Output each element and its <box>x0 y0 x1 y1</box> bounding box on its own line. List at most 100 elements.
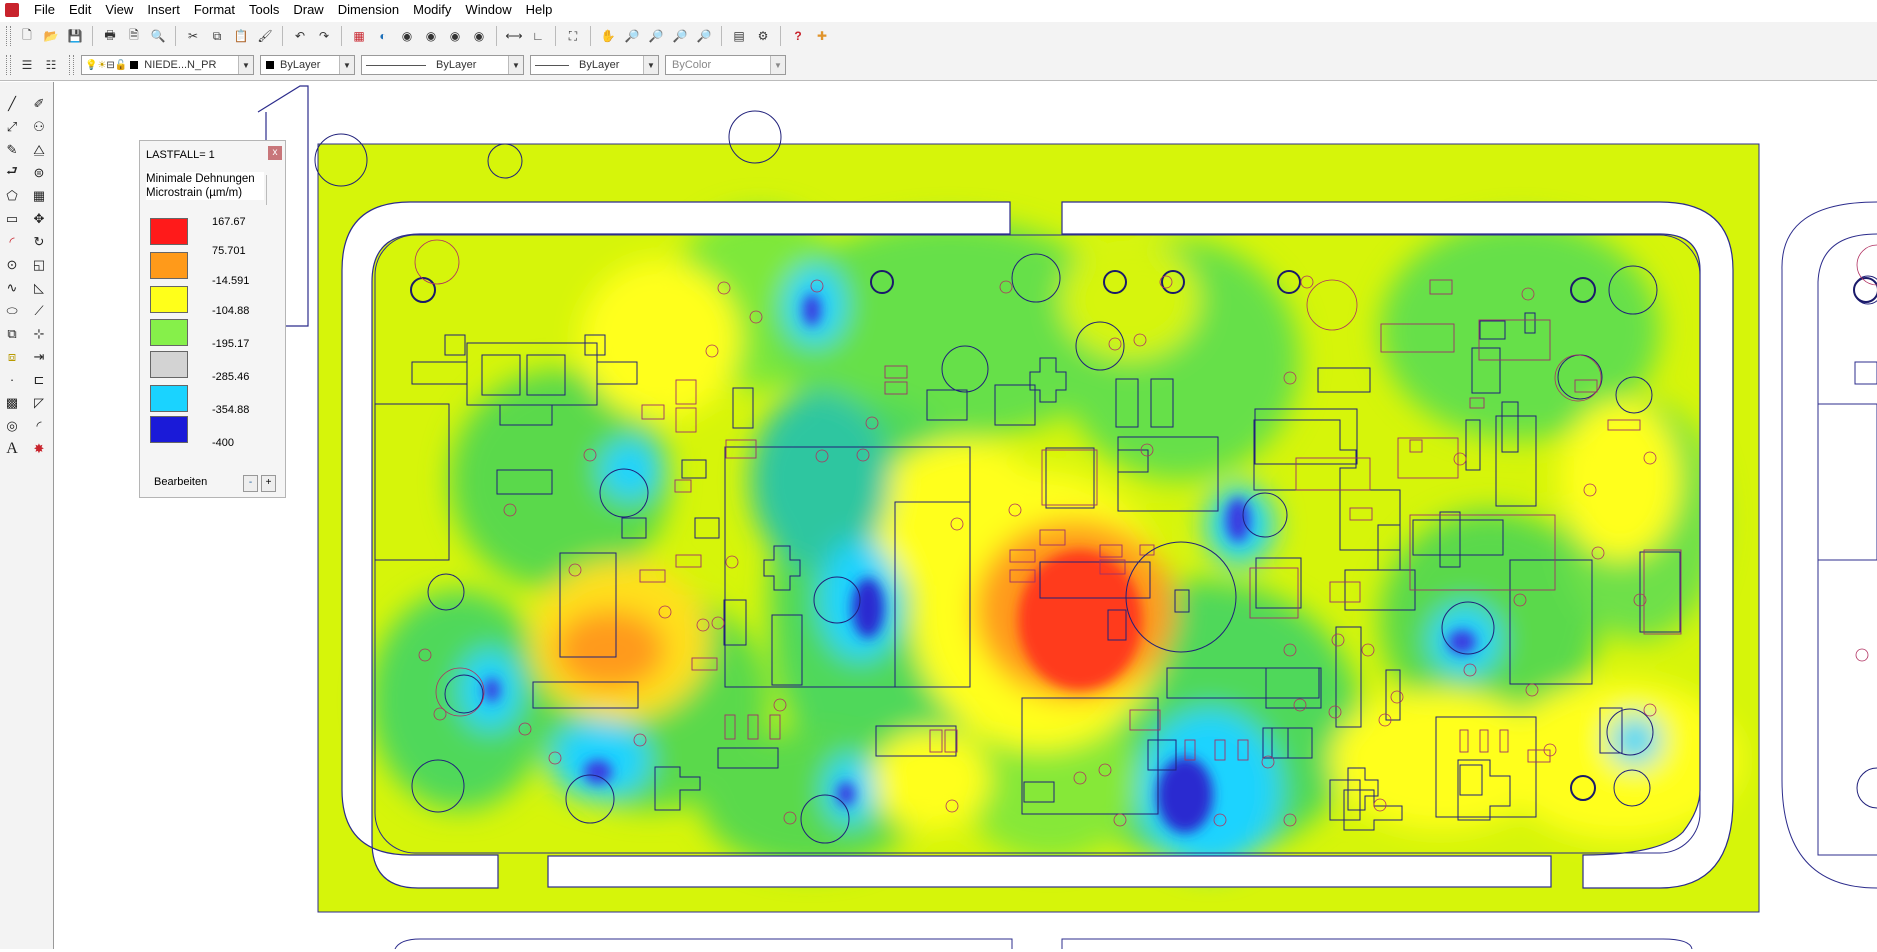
insert-block-icon[interactable]: ⧉ <box>0 322 24 345</box>
hatch-icon[interactable]: ▩ <box>0 391 24 414</box>
menu-insert[interactable]: Insert <box>140 0 187 20</box>
toolbar-grip[interactable] <box>6 26 11 46</box>
array-icon[interactable]: ▦ <box>27 184 51 207</box>
menu-dimension[interactable]: Dimension <box>331 0 406 20</box>
extend-icon[interactable]: ⇥ <box>27 345 51 368</box>
plugin-icon[interactable]: ✚ <box>811 25 833 47</box>
copy-icon[interactable]: ⧉ <box>206 25 228 47</box>
menu-file[interactable]: File <box>27 0 62 20</box>
circle-icon[interactable]: ⊙ <box>0 253 24 276</box>
copy-object-icon[interactable]: ⚇ <box>27 115 51 138</box>
drawing-canvas[interactable] <box>54 82 1877 950</box>
redo-icon[interactable]: ↷ <box>313 25 335 47</box>
layer-manager-icon[interactable]: ☰ <box>16 54 38 76</box>
spline-icon[interactable]: ∿ <box>0 276 24 299</box>
ellipse-icon[interactable]: ⬭ <box>0 299 24 322</box>
undo-icon[interactable]: ↶ <box>289 25 311 47</box>
zoom-window-icon[interactable]: 🔎 <box>645 25 667 47</box>
menu-help[interactable]: Help <box>519 0 560 20</box>
lineweight-dropdown[interactable]: ByLayer ▼ <box>530 55 659 75</box>
layer-dropdown[interactable]: 💡 ☀ ⊟ 🔓 NIEDE...N_PR ▼ <box>81 55 254 75</box>
trim-icon[interactable]: ⊹ <box>27 322 51 345</box>
layer-state-icon[interactable]: ☷ <box>40 54 62 76</box>
zoom-realtime-icon[interactable]: 🔎 <box>621 25 643 47</box>
linetype-preview <box>366 64 426 66</box>
globe-search-icon[interactable]: ◉ <box>420 25 442 47</box>
polyline-icon[interactable]: ⮐ <box>0 161 24 184</box>
chevron-down-icon: ▼ <box>238 56 253 74</box>
chamfer-icon[interactable]: ◸ <box>27 391 51 414</box>
legend-unit: Microstrain (µm/m) <box>146 187 243 199</box>
increase-button[interactable]: + <box>261 475 276 492</box>
text-icon[interactable]: A <box>0 437 24 460</box>
scale-icon[interactable]: ◱ <box>27 253 51 276</box>
region-icon[interactable]: ◎ <box>0 414 24 437</box>
legend-value-8: -400 <box>212 437 235 449</box>
help-icon[interactable]: ? <box>787 25 809 47</box>
strain-legend-panel[interactable]: LASTFALL= 1 x Minimale Dehnungen Microst… <box>139 140 286 498</box>
tool-palettes-icon[interactable]: ⚙ <box>752 25 774 47</box>
properties-icon[interactable]: ▤ <box>728 25 750 47</box>
menu-draw[interactable]: Draw <box>286 0 330 20</box>
point-icon[interactable]: · <box>0 368 24 391</box>
design-center-icon[interactable]: ▦ <box>348 25 370 47</box>
polygon-icon[interactable]: ⬠ <box>0 184 24 207</box>
menu-view[interactable]: View <box>98 0 140 20</box>
plotstyle-dropdown[interactable]: ByColor ▼ <box>665 55 786 75</box>
separator <box>780 26 781 46</box>
zoom-extents-icon[interactable]: 🔎 <box>693 25 715 47</box>
offset-icon[interactable]: ⊜ <box>27 161 51 184</box>
adjacent-board-slot <box>1817 233 1877 856</box>
legend-value-2: 75.701 <box>212 245 246 257</box>
make-block-icon[interactable]: ⧈ <box>0 345 24 368</box>
match-properties-icon[interactable]: 🖌 <box>254 25 276 47</box>
menu-edit[interactable]: Edit <box>62 0 98 20</box>
close-icon[interactable]: x <box>268 146 282 160</box>
toolbar-grip[interactable] <box>69 55 74 75</box>
layers-toolbar: ☰ ☷ 💡 ☀ ⊟ 🔓 NIEDE...N_PR ▼ ByLayer ▼ ByL… <box>0 50 1877 81</box>
paste-icon[interactable]: 📋 <box>230 25 252 47</box>
ray-icon[interactable]: ✎ <box>0 138 24 161</box>
open-folder-icon[interactable]: 📂 <box>40 25 62 47</box>
fillet-icon[interactable]: ◜ <box>27 414 51 437</box>
pan-icon[interactable]: ✋ <box>597 25 619 47</box>
globe-icon[interactable]: ◉ <box>396 25 418 47</box>
globe-publish-icon[interactable]: ◉ <box>468 25 490 47</box>
app-icon[interactable] <box>5 3 19 17</box>
break-icon[interactable]: ⊏ <box>27 368 51 391</box>
ucs-icon[interactable]: ∟ <box>527 25 549 47</box>
color-value: ByLayer <box>280 59 321 71</box>
menu-tools[interactable]: Tools <box>242 0 286 20</box>
menu-format[interactable]: Format <box>187 0 242 20</box>
legend-swatch-1 <box>150 218 188 245</box>
rotate-icon[interactable]: ↻ <box>27 230 51 253</box>
mirror-icon[interactable]: ⧋ <box>27 138 51 161</box>
construction-line-icon[interactable]: ⤢ <box>0 115 24 138</box>
arc-icon[interactable]: ◜ <box>0 230 24 253</box>
color-dropdown[interactable]: ByLayer ▼ <box>260 55 355 75</box>
new-file-icon[interactable]: 🗋 <box>16 25 38 47</box>
menu-modify[interactable]: Modify <box>406 0 458 20</box>
move-icon[interactable]: ✥ <box>27 207 51 230</box>
named-views-icon[interactable]: ⛶ <box>562 25 584 47</box>
menu-window[interactable]: Window <box>458 0 518 20</box>
linetype-dropdown[interactable]: ByLayer ▼ <box>361 55 524 75</box>
erase-icon[interactable]: ✐ <box>27 92 51 115</box>
line-icon[interactable]: ╱ <box>0 92 24 115</box>
stretch-icon[interactable]: ◺ <box>27 276 51 299</box>
lengthen-icon[interactable]: ⟋ <box>27 299 51 322</box>
dimension-linear-icon[interactable]: ⟷ <box>503 25 525 47</box>
rectangle-icon[interactable]: ▭ <box>0 207 24 230</box>
cut-icon[interactable]: ✂ <box>182 25 204 47</box>
zoom-previous-icon[interactable]: 🔎 <box>669 25 691 47</box>
save-icon[interactable]: 💾 <box>64 25 86 47</box>
decrease-button[interactable]: - <box>243 475 258 492</box>
edit-label[interactable]: Bearbeiten <box>154 476 207 488</box>
print-icon[interactable]: 🖶 <box>99 25 121 47</box>
globe-link-icon[interactable]: ◉ <box>444 25 466 47</box>
print-preview-icon[interactable]: 🗎 <box>123 25 145 47</box>
find-icon[interactable]: 🔍 <box>147 25 169 47</box>
hyperlink-icon[interactable]: ◐ <box>372 25 394 47</box>
explode-icon[interactable]: ✸ <box>27 437 51 460</box>
toolbar-grip[interactable] <box>6 55 11 75</box>
